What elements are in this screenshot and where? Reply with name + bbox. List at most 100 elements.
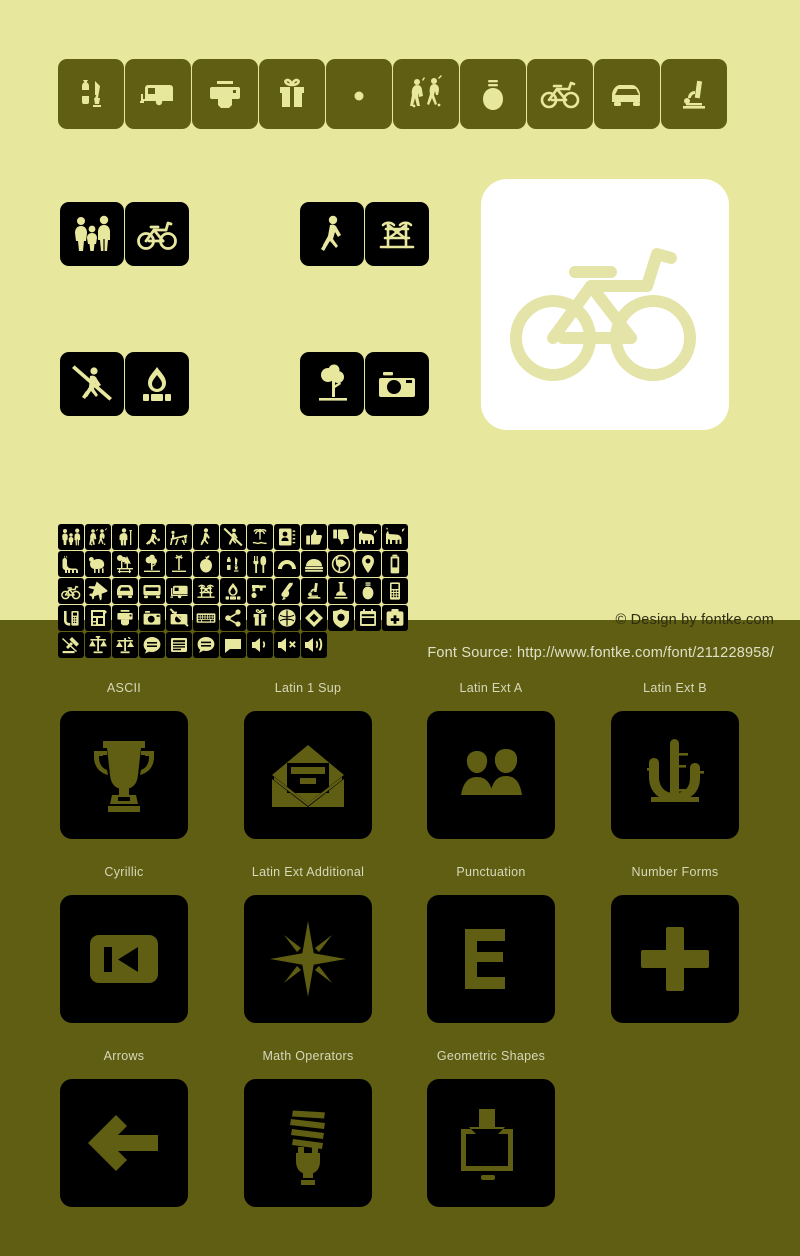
keyboard-icon <box>193 605 219 631</box>
no-walking-icon <box>220 524 246 550</box>
sample-label: Latin Ext B <box>643 681 707 695</box>
no-hiking-icon <box>60 352 124 416</box>
bus-icon <box>139 578 165 604</box>
two-people-icon <box>443 727 539 823</box>
family-icon <box>60 202 124 266</box>
glyph-row <box>58 578 408 604</box>
car-front-icon <box>594 59 660 129</box>
campfire-icon <box>125 352 189 416</box>
plus-icon <box>627 911 723 1007</box>
sample-label: Number Forms <box>631 865 719 879</box>
campfire-icon <box>220 578 246 604</box>
lightbulb-icon <box>460 59 526 129</box>
letter-e-icon <box>443 911 539 1007</box>
sample-label: Latin Ext A <box>459 681 523 695</box>
thumbs-down-icon <box>328 524 354 550</box>
caravan-icon <box>166 578 192 604</box>
gavel-icon <box>58 632 84 658</box>
bicycle-icon <box>527 59 593 129</box>
camera-icon <box>365 352 429 416</box>
sample-label: ASCII <box>106 681 142 695</box>
telephone-icon <box>58 605 84 631</box>
dancers-icon <box>393 59 459 129</box>
group-walking-bridge <box>300 202 429 266</box>
lightbulb-icon <box>355 578 381 604</box>
camera-icon <box>139 605 165 631</box>
contacts-icon <box>274 524 300 550</box>
bicycle-icon <box>125 202 189 266</box>
mobile-phone-icon <box>382 578 408 604</box>
runner-icon <box>139 524 165 550</box>
scales-alt-icon <box>112 632 138 658</box>
shield-icon <box>328 605 354 631</box>
goat-icon <box>382 524 408 550</box>
glyph-row <box>58 605 408 631</box>
sample-box <box>611 711 739 839</box>
compass-star-icon <box>260 911 356 1007</box>
sample-cell-latinexta: Latin Ext A <box>399 680 583 839</box>
sample-box <box>60 711 188 839</box>
sample-cell-latinextadditional: Latin Ext Additional <box>216 864 400 1023</box>
map-pin-icon <box>355 551 381 577</box>
sample-box <box>60 1079 188 1207</box>
cosmetics-icon <box>220 551 246 577</box>
sample-cell-arrows: Arrows <box>32 1048 216 1207</box>
cfl-bulb-icon <box>260 1095 356 1191</box>
volume-low-icon <box>247 632 273 658</box>
airplane-icon <box>85 578 111 604</box>
llama-icon <box>58 551 84 577</box>
sample-label: Math Operators <box>262 1049 354 1063</box>
sample-row: Cyrillic Latin Ext Additional Punctuatio… <box>0 864 800 1048</box>
chat-square-icon <box>220 632 246 658</box>
sample-box <box>427 895 555 1023</box>
no-photo-icon <box>166 605 192 631</box>
microscope-icon <box>301 578 327 604</box>
arrow-left-icon <box>76 1095 172 1191</box>
sample-box <box>60 895 188 1023</box>
sample-label: Latin Ext Additional <box>251 865 365 879</box>
sample-box <box>611 895 739 1023</box>
bridge-icon <box>193 578 219 604</box>
sample-label: Geometric Shapes <box>436 1049 546 1063</box>
bed-icon <box>301 551 327 577</box>
apple-icon <box>193 551 219 577</box>
glyph-grid <box>58 524 408 658</box>
sample-row: Arrows Math Operators Geometric Shapes <box>0 1048 800 1232</box>
sample-box <box>244 1079 372 1207</box>
volume-mute-icon <box>274 632 300 658</box>
sample-cell-latinextb: Latin Ext B <box>583 680 767 839</box>
microscope-icon <box>661 59 727 129</box>
cosmetics-icon <box>58 59 124 129</box>
globe-icon <box>328 551 354 577</box>
palm-beach-icon <box>247 524 273 550</box>
car-front-icon <box>112 578 138 604</box>
sample-cell-latin1sup: Latin 1 Sup <box>216 680 400 839</box>
dancers-icon <box>85 524 111 550</box>
walking-icon <box>193 524 219 550</box>
sample-row: ASCII Latin 1 Sup Latin Ext A Latin Ext … <box>0 680 800 864</box>
volume-high-icon <box>301 632 327 658</box>
document-icon <box>166 632 192 658</box>
sample-box <box>427 711 555 839</box>
download-monitor-icon <box>443 1095 539 1191</box>
sample-label: Latin 1 Sup <box>274 681 342 695</box>
skip-previous-icon <box>76 911 172 1007</box>
share-icon <box>220 605 246 631</box>
group-tree-camera <box>300 352 429 416</box>
sample-cell-numberforms: Number Forms <box>583 864 767 1023</box>
sample-box <box>427 1079 555 1207</box>
diamond-badge-icon <box>301 605 327 631</box>
gift-icon <box>259 59 325 129</box>
elderly-icon <box>112 524 138 550</box>
bicycle-icon <box>58 578 84 604</box>
printer-icon <box>112 605 138 631</box>
header-icon-strip <box>58 59 727 129</box>
font-source-credit: Font Source: http://www.fontke.com/font/… <box>427 645 774 661</box>
sheep-icon <box>85 551 111 577</box>
chat-bubble-icon <box>193 632 219 658</box>
trophy-icon <box>76 727 172 823</box>
sample-box <box>244 895 372 1023</box>
charset-sample-grid: ASCII Latin 1 Sup Latin Ext A Latin Ext … <box>0 680 800 1232</box>
bridge-icon <box>365 202 429 266</box>
magnet-icon <box>274 578 300 604</box>
